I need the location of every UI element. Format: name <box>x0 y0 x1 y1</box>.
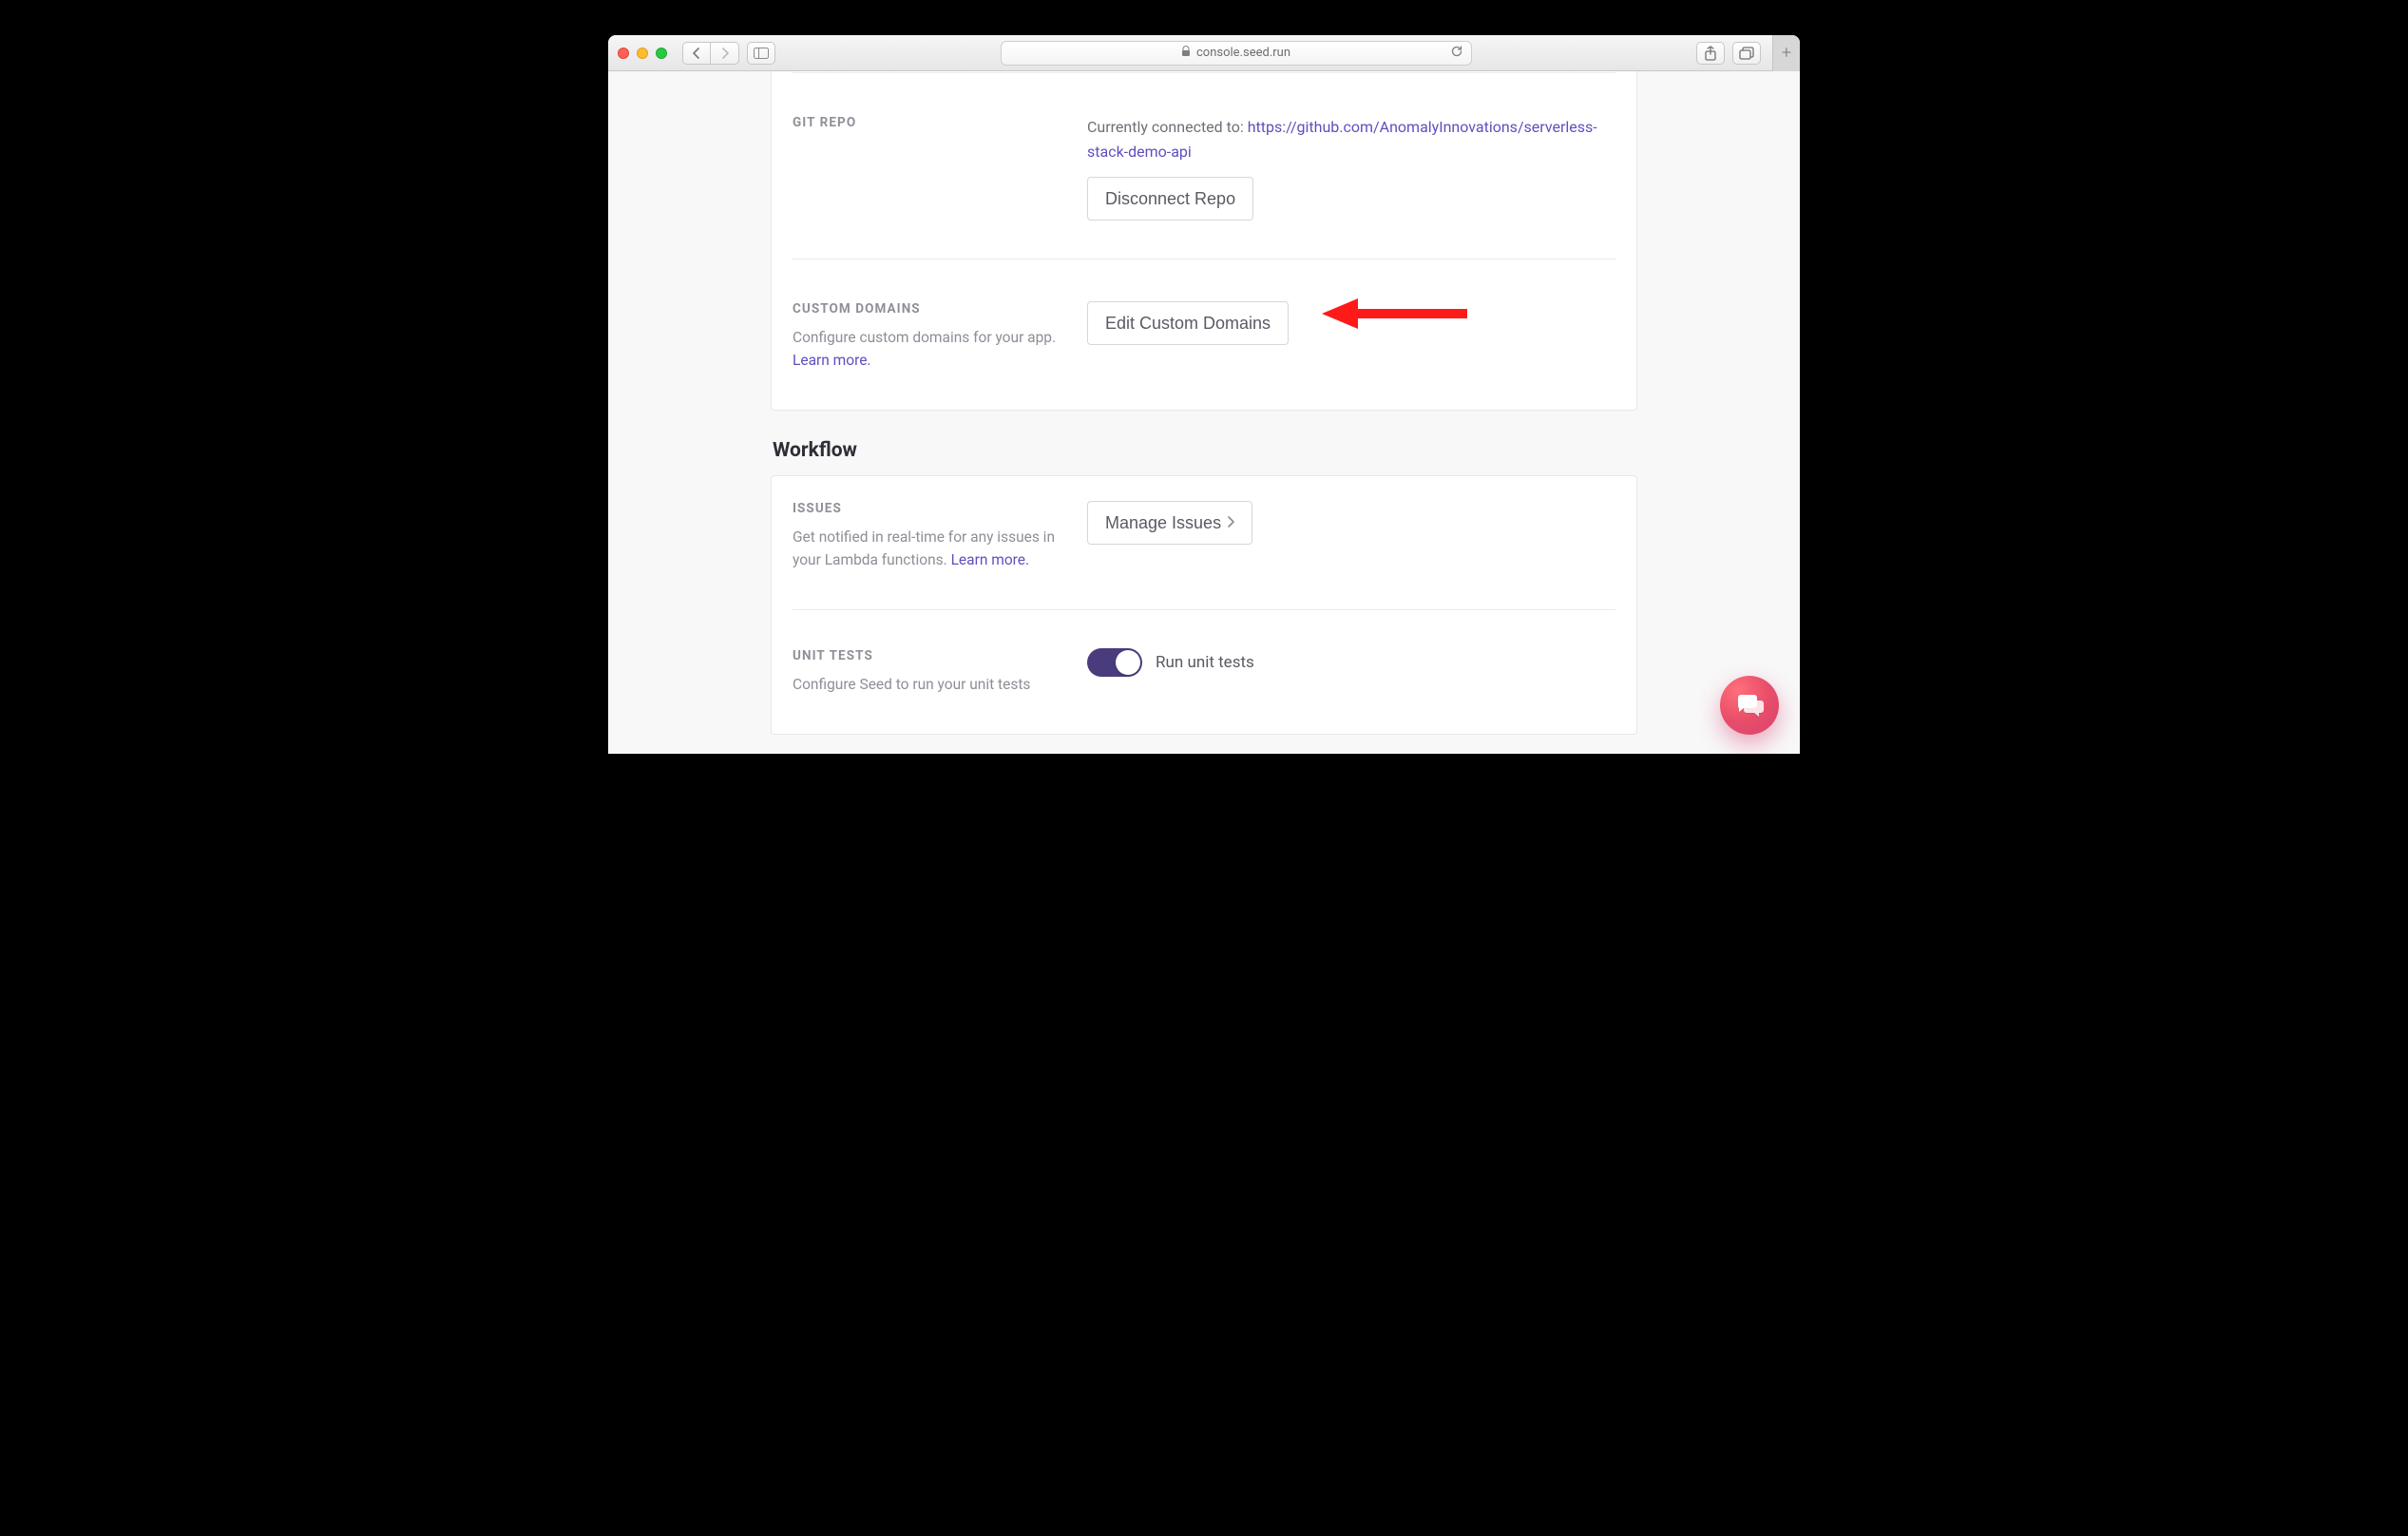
unit-tests-desc: Configure Seed to run your unit tests <box>793 673 1068 696</box>
sidebar-toggle-button[interactable] <box>747 42 775 65</box>
browser-window: console.seed.run + <box>608 35 1800 754</box>
git-repo-connected-prefix: Currently connected to: <box>1087 118 1248 136</box>
tabs-button[interactable] <box>1732 42 1761 65</box>
git-repo-section: GIT REPO Currently connected to: https:/… <box>793 72 1615 259</box>
forward-button[interactable] <box>711 42 739 65</box>
new-tab-button[interactable]: + <box>1772 35 1800 71</box>
git-repo-title: GIT REPO <box>793 115 1068 130</box>
unit-tests-toggle-label: Run unit tests <box>1156 653 1254 672</box>
edit-custom-domains-label: Edit Custom Domains <box>1105 314 1271 334</box>
titlebar-right <box>1696 42 1761 65</box>
window-controls <box>618 48 667 59</box>
unit-tests-title: UNIT TESTS <box>793 648 1068 663</box>
lock-icon <box>1181 46 1191 60</box>
address-bar[interactable]: console.seed.run <box>1001 41 1472 66</box>
issues-learn-more-link[interactable]: Learn more. <box>951 551 1030 568</box>
titlebar: console.seed.run + <box>608 35 1800 71</box>
manage-issues-label: Manage Issues <box>1105 513 1221 533</box>
back-button[interactable] <box>682 42 711 65</box>
toggle-knob <box>1116 650 1140 675</box>
spacer-section <box>793 71 1615 72</box>
fullscreen-window-button[interactable] <box>656 48 667 59</box>
issues-desc: Get notified in real-time for any issues… <box>793 526 1068 571</box>
reload-button[interactable] <box>1450 45 1463 62</box>
reload-icon <box>1450 45 1463 58</box>
custom-domains-desc: Configure custom domains for your app. L… <box>793 326 1068 372</box>
custom-domains-title: CUSTOM DOMAINS <box>793 301 1068 317</box>
share-icon <box>1704 46 1717 61</box>
tabs-icon <box>1739 47 1754 60</box>
issues-title: ISSUES <box>793 501 1068 516</box>
minimize-window-button[interactable] <box>637 48 648 59</box>
git-repo-connected-text: Currently connected to: https://github.c… <box>1087 115 1615 163</box>
chat-icon <box>1735 692 1764 719</box>
page-content: GIT REPO Currently connected to: https:/… <box>608 71 1800 754</box>
edit-custom-domains-button[interactable]: Edit Custom Domains <box>1087 301 1289 345</box>
address-bar-text: console.seed.run <box>1196 46 1290 60</box>
unit-tests-toggle-row: Run unit tests <box>1087 648 1615 677</box>
nav-group <box>682 42 739 65</box>
disconnect-repo-label: Disconnect Repo <box>1105 189 1235 209</box>
settings-card-top: GIT REPO Currently connected to: https:/… <box>771 71 1637 411</box>
close-window-button[interactable] <box>618 48 629 59</box>
custom-domains-learn-more-link[interactable]: Learn more. <box>793 352 871 369</box>
disconnect-repo-button[interactable]: Disconnect Repo <box>1087 177 1253 221</box>
chevron-right-icon <box>1227 515 1234 530</box>
sidebar-icon <box>754 48 769 59</box>
issues-section: ISSUES Get notified in real-time for any… <box>793 476 1615 609</box>
manage-issues-button[interactable]: Manage Issues <box>1087 501 1252 545</box>
unit-tests-toggle[interactable] <box>1087 648 1142 677</box>
custom-domains-section: CUSTOM DOMAINS Configure custom domains … <box>793 259 1615 410</box>
chevron-right-icon <box>720 48 730 59</box>
unit-tests-section: UNIT TESTS Configure Seed to run your un… <box>793 609 1615 734</box>
workflow-heading: Workflow <box>773 439 1637 462</box>
chevron-left-icon <box>692 48 701 59</box>
workflow-card: ISSUES Get notified in real-time for any… <box>771 475 1637 735</box>
chat-fab[interactable] <box>1720 676 1779 735</box>
share-button[interactable] <box>1696 42 1725 65</box>
